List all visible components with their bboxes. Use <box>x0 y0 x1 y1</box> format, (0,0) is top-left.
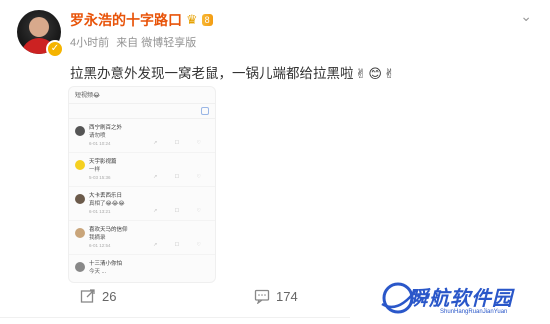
list-item: 大卡丢西乐日 真相了😂😂😂 6-01 13:21 ↗ ☐ ♡ <box>69 187 215 221</box>
list-item: 十三清小你怕 今天 ... <box>69 255 215 282</box>
list-item-name: 喜欢天马的信仰 <box>89 227 128 233</box>
avatar <box>75 194 85 204</box>
list-item-actions: ↗ ☐ ♡ <box>153 174 209 180</box>
list-item-name: 十三清小你怕 <box>89 261 123 267</box>
repost-count: 26 <box>102 288 117 304</box>
post-source: 来自 微博轻享版 <box>116 37 197 49</box>
list-item-message: 我摘录 <box>89 235 106 241</box>
list-item: 喜欢天马的信仰 我摘录 6-01 12:54 ↗ ☐ ♡ <box>69 221 215 255</box>
comment-icon <box>254 289 270 304</box>
author-name[interactable]: 罗永浩的十字路口 <box>70 10 182 30</box>
post-header: ✓ 罗永浩的十字路口 ♛ 8 4小时前 来自 微博轻享版 ⌄ <box>0 0 550 60</box>
repost-button[interactable]: 26 <box>80 288 116 304</box>
list-item-date: 6-01 13:21 <box>89 209 111 214</box>
list-item-message: 今天 ... <box>89 269 107 275</box>
avatar-face <box>29 17 49 37</box>
verified-badge-icon: ✓ <box>46 40 64 58</box>
screenshot-top-text: 短视频😂 <box>75 93 101 99</box>
crown-icon: ♛ <box>186 12 198 27</box>
chevron-down-icon[interactable]: ⌄ <box>520 8 532 25</box>
avatar <box>75 228 85 238</box>
victory-emoji-icon: ✌ <box>355 66 367 81</box>
author-row: 罗永浩的十字路口 ♛ 8 <box>70 10 213 30</box>
post-time[interactable]: 4小时前 <box>70 37 109 49</box>
comment-count: 174 <box>276 288 298 304</box>
smile-emoji-icon: 😊 <box>368 66 382 81</box>
post-body: 拉黑办意外发现一窝老鼠，一锅儿端都给拉黑啦 <box>70 66 354 81</box>
vip-badge: 8 <box>201 14 213 26</box>
embedded-screenshot[interactable]: 短视频😂 西宁刷百之外 请勿喷 6-01 10:24 ↗ ☐ ♡ 天宇影视篇 一… <box>68 86 216 283</box>
watermark-title: 瞬航软件园 <box>408 288 513 310</box>
list-item-date: 6-01 10:24 <box>89 141 111 146</box>
watermark-subtitle: ShunHangRuanJianYuan <box>440 309 508 315</box>
list-item-name: 天宇影视篇 <box>89 159 117 165</box>
victory-emoji-icon: ✌ <box>383 66 395 81</box>
screenshot-toolbar <box>69 103 215 119</box>
post-meta: 4小时前 来自 微博轻享版 <box>70 34 196 50</box>
avatar <box>75 160 85 170</box>
list-item: 西宁刷百之外 请勿喷 6-01 10:24 ↗ ☐ ♡ <box>69 119 215 153</box>
repost-icon <box>80 289 95 303</box>
list-item-name: 大卡丢西乐日 <box>89 193 123 199</box>
list-item-actions: ↗ ☐ ♡ <box>153 140 209 146</box>
avatar <box>75 126 85 136</box>
list-item-message: 真相了😂😂😂 <box>89 201 125 207</box>
list-item-date: 6-01 12:54 <box>89 243 111 248</box>
list-item: 天宇影视篇 一样 5-03 15:36 ↗ ☐ ♡ <box>69 153 215 187</box>
list-item-message: 一样 <box>89 167 101 173</box>
comment-button[interactable]: 174 <box>254 288 298 304</box>
post-text: 拉黑办意外发现一窝老鼠，一锅儿端都给拉黑啦 ✌ 😊 ✌ <box>70 62 395 82</box>
list-item-message: 请勿喷 <box>89 133 106 139</box>
filter-icon <box>201 107 209 115</box>
list-item-actions: ↗ ☐ ♡ <box>153 242 209 248</box>
list-item-name: 西宁刷百之外 <box>89 125 123 131</box>
avatar <box>75 262 85 272</box>
watermark: 瞬航软件园 ShunHangRuanJianYuan <box>378 276 528 320</box>
divider <box>0 317 350 318</box>
list-item-date: 5-03 15:36 <box>89 175 111 180</box>
list-item-actions: ↗ ☐ ♡ <box>153 208 209 214</box>
